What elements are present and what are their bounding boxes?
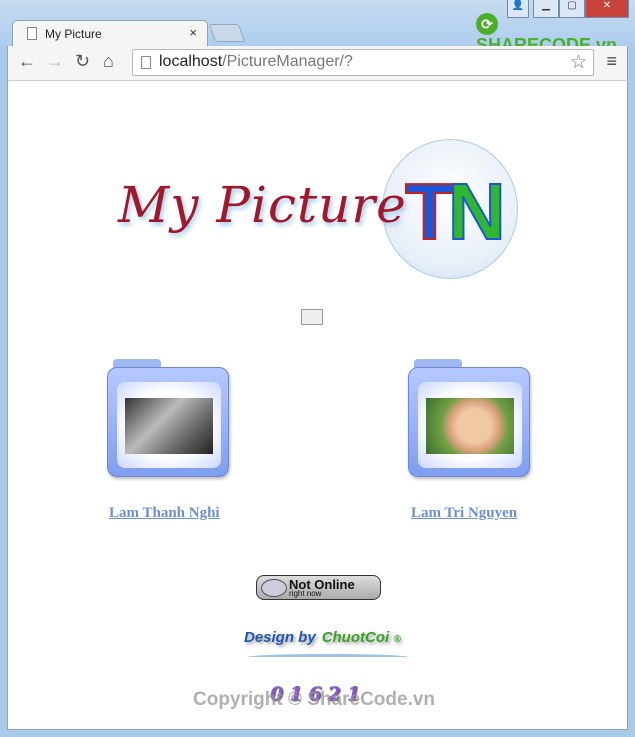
page-content: TN My Picture Lam Thanh Nghi Lam Tri Ngu… <box>7 80 628 730</box>
folder-lam-thanh-nghi[interactable] <box>107 359 229 477</box>
online-status-badge[interactable]: Not Online right now <box>256 575 381 600</box>
menu-icon[interactable]: ≡ <box>606 51 617 72</box>
browser-toolbar: ← → ↻ ⌂ localhost/PictureManager/? ☆ ≡ <box>7 46 628 80</box>
url-host: localhost <box>159 53 223 70</box>
status-sub: right now <box>289 589 322 598</box>
folder-lam-tri-nguyen[interactable] <box>408 359 530 477</box>
url-path: /PictureManager/? <box>222 53 353 70</box>
sharecode-logo-icon: ⟳ <box>476 13 498 35</box>
registered-mark: ® <box>393 634 401 645</box>
back-button[interactable]: ← <box>18 51 36 72</box>
folder-link-lam-tri-nguyen[interactable]: Lam Tri Nguyen <box>411 505 517 522</box>
folder-thumbnail <box>426 398 514 454</box>
bookmark-star-icon[interactable]: ☆ <box>570 51 587 74</box>
new-tab-button[interactable] <box>208 24 246 42</box>
reload-button[interactable]: ↻ <box>75 51 90 72</box>
home-button[interactable]: ⌂ <box>103 51 114 72</box>
avatar-icon <box>261 579 287 597</box>
design-by-label: Design by <box>244 629 316 646</box>
tab-close-button[interactable]: × <box>189 25 197 40</box>
user-icon[interactable]: 👤 <box>507 0 529 18</box>
author-name: ChuotCoi <box>321 629 390 646</box>
minimize-button[interactable]: ▁ <box>533 0 559 18</box>
tab-title: My Picture <box>45 27 102 41</box>
design-credit: Design by ChuotCoi ® <box>244 629 401 646</box>
maximize-button[interactable]: ▢ <box>559 0 585 18</box>
close-window-button[interactable]: ✕ <box>585 0 629 18</box>
title-bar: My Picture × ⟳SHARECODE.vn 👤 ▁ ▢ ✕ <box>0 0 635 55</box>
presentation-icon[interactable] <box>301 309 323 333</box>
tab-my-picture[interactable]: My Picture × <box>12 20 208 47</box>
copyright-watermark: Copyright © ShareCode.vn <box>193 689 436 710</box>
decorative-swirl <box>248 654 408 660</box>
page-icon <box>141 56 151 69</box>
forward-button[interactable]: → <box>46 51 64 72</box>
banner-title: My Picture <box>118 176 407 234</box>
page-icon <box>27 27 37 40</box>
address-bar[interactable]: localhost/PictureManager/? ☆ <box>132 49 594 76</box>
folder-link-lam-thanh-nghi[interactable]: Lam Thanh Nghi <box>109 505 220 522</box>
folder-thumbnail <box>125 398 213 454</box>
